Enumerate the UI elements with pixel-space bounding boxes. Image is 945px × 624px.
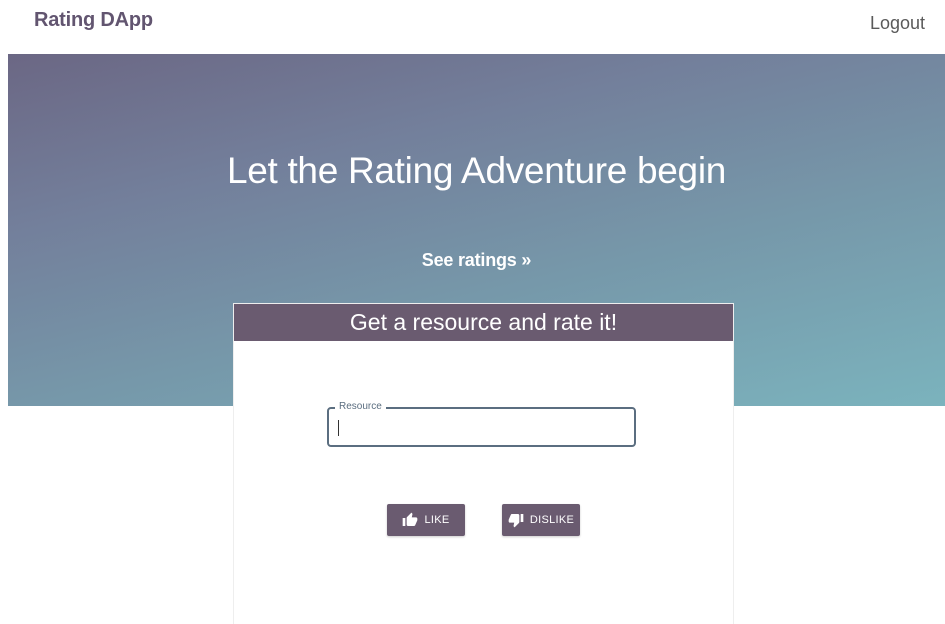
dislike-button[interactable]: DISLIKE — [502, 504, 580, 536]
rating-card: Get a resource and rate it! Resource LIK… — [234, 304, 733, 624]
see-ratings-link[interactable]: See ratings » — [422, 250, 532, 270]
thumbs-up-icon — [402, 512, 418, 528]
brand-link[interactable]: Rating DApp — [34, 9, 153, 32]
resource-field[interactable]: Resource — [327, 401, 636, 447]
see-ratings-wrapper: See ratings » — [8, 250, 945, 271]
resource-input[interactable] — [337, 417, 629, 439]
like-button[interactable]: LIKE — [387, 504, 465, 536]
resource-field-label: Resource — [335, 401, 386, 412]
logout-link[interactable]: Logout — [870, 13, 925, 34]
dislike-button-label: DISLIKE — [529, 514, 575, 526]
card-header: Get a resource and rate it! — [234, 304, 733, 341]
navbar: Rating DApp Logout — [0, 0, 945, 54]
like-button-label: LIKE — [424, 514, 450, 526]
hero-title: Let the Rating Adventure begin — [226, 150, 727, 191]
thumbs-down-icon — [508, 512, 524, 528]
